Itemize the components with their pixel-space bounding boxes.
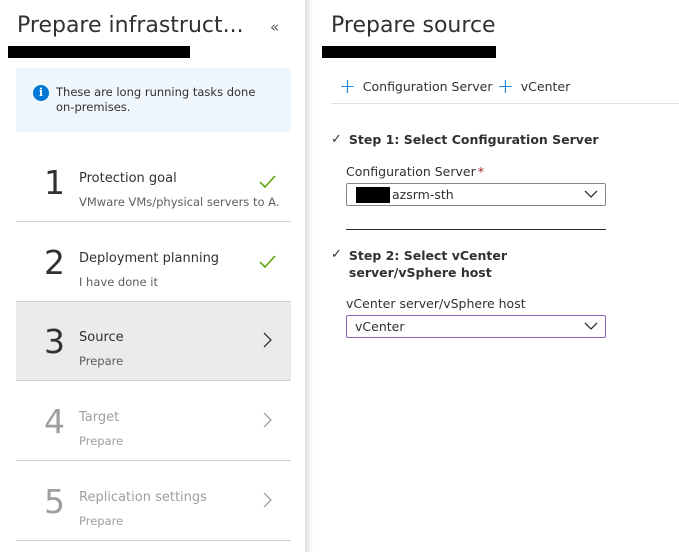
step-title: Deployment planning: [79, 251, 220, 266]
chevron-down-icon: [584, 190, 598, 198]
configuration-server-label: Configuration Server *: [346, 164, 484, 179]
step-number: 2: [44, 243, 65, 282]
info-banner: i These are long running tasks done on-p…: [16, 68, 291, 132]
section-divider: [346, 229, 606, 230]
step-subtitle: I have done it: [79, 275, 158, 289]
wizard-step-replication-settings[interactable]: 5 Replication settings Prepare: [16, 462, 291, 541]
step-number: 4: [44, 402, 65, 441]
wizard-step-source[interactable]: 3 Source Prepare: [16, 302, 291, 381]
left-blade: Prepare infrastruct... « i These are lon…: [0, 0, 305, 552]
chevron-down-icon: [584, 322, 598, 330]
dropdown-value: vCenter: [355, 319, 405, 334]
step-subtitle: Prepare: [79, 514, 124, 528]
step-title: Replication settings: [79, 490, 207, 505]
checkmark-icon: ✓: [331, 247, 342, 262]
step-subtitle: VMware VMs/physical servers to A...: [79, 195, 279, 209]
add-configuration-server-button[interactable]: + Configuration Server: [339, 74, 493, 98]
wizard-step-target[interactable]: 4 Target Prepare: [16, 382, 291, 461]
plus-icon: +: [339, 74, 356, 98]
command-bar: + Configuration Server + vCenter: [331, 74, 679, 104]
step-title: Source: [79, 330, 124, 345]
add-vcenter-button[interactable]: + vCenter: [497, 74, 571, 98]
step-number: 5: [44, 482, 65, 521]
button-label: vCenter: [520, 78, 571, 94]
label-text: Configuration Server: [346, 164, 476, 179]
step-number: 1: [44, 163, 65, 202]
step2-heading[interactable]: ✓ Step 2: Select vCenter server/vSphere …: [331, 247, 611, 281]
chevron-right-icon: [263, 492, 272, 508]
step2-heading-text: Step 2: Select vCenter server/vSphere ho…: [348, 248, 508, 280]
wizard-step-deployment-planning[interactable]: 2 Deployment planning I have done it: [16, 223, 291, 302]
checkmark-icon: ✓: [331, 132, 342, 147]
collapse-icon[interactable]: «: [270, 18, 279, 36]
vcenter-label: vCenter server/vSphere host: [346, 296, 526, 311]
right-blade: Prepare source + Configuration Server + …: [313, 0, 679, 552]
redacted-subtitle: [8, 46, 190, 58]
step-number: 3: [44, 322, 65, 361]
step-subtitle: Prepare: [79, 434, 124, 448]
blade-divider: [305, 0, 313, 552]
dropdown-value: azsrm-sth: [392, 187, 454, 202]
step1-heading-text: Step 1: Select Configuration Server: [348, 132, 599, 147]
check-icon: [259, 255, 276, 269]
chevron-right-icon: [263, 332, 272, 348]
button-label: Configuration Server: [362, 78, 493, 94]
chevron-right-icon: [263, 412, 272, 428]
left-blade-title: Prepare infrastruct...: [17, 13, 244, 38]
step1-heading[interactable]: ✓ Step 1: Select Configuration Server: [331, 132, 599, 147]
page-title: Prepare source: [331, 13, 496, 38]
wizard-step-protection-goal[interactable]: 1 Protection goal VMware VMs/physical se…: [16, 143, 291, 222]
redacted-server-prefix: [356, 187, 390, 203]
info-icon: i: [33, 85, 49, 101]
step-title: Target: [79, 410, 120, 425]
required-mark: *: [477, 164, 484, 179]
configuration-server-dropdown[interactable]: azsrm-sth: [346, 183, 606, 206]
plus-icon: +: [497, 74, 514, 98]
step-subtitle: Prepare: [79, 354, 124, 368]
redacted-subtitle: [322, 46, 496, 58]
vcenter-dropdown[interactable]: vCenter: [346, 315, 606, 338]
step-title: Protection goal: [79, 171, 177, 186]
info-banner-text: These are long running tasks done on-pre…: [56, 85, 256, 114]
check-icon: [259, 175, 276, 189]
